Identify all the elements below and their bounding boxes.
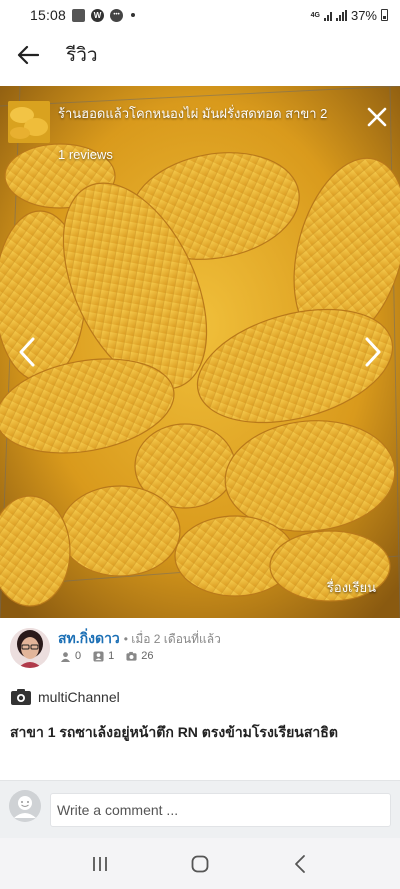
fried-potato-photo [0, 86, 400, 618]
chevron-right-icon [365, 337, 381, 367]
home-icon [191, 855, 209, 872]
reviewer-name[interactable]: สท.กิ่งดาว [58, 630, 120, 646]
camera-icon [126, 651, 137, 661]
review-count: 1 reviews [58, 147, 113, 162]
follower-icon [93, 650, 104, 662]
photo-viewer[interactable]: ร้านฮอดแล้วโคกหนองไผ่ มันฝรั่งสดทอด สาขา… [0, 86, 400, 618]
signal-icon-2 [335, 9, 347, 21]
source-channel: multiChannel [10, 688, 120, 706]
person-icon [60, 651, 71, 662]
followers-count: 1 [108, 650, 115, 662]
recent-apps-button[interactable] [80, 844, 120, 884]
next-photo-button[interactable] [358, 334, 386, 370]
network-type: 4G [310, 11, 320, 19]
reviewer-info: สท.กิ่งดาว • เมื่อ 2 เดือนที่แล้ว 0 1 26 [0, 618, 400, 682]
restaurant-thumbnail-image [8, 101, 50, 143]
photos-count: 26 [141, 650, 154, 662]
status-bar: 15:08 W ••• 4G 37% [0, 0, 400, 30]
system-back-button[interactable] [280, 844, 320, 884]
page-title: รีวิว [66, 45, 98, 66]
system-navigation-bar [0, 838, 400, 889]
home-button[interactable] [180, 844, 220, 884]
more-notifications-icon [131, 13, 136, 17]
comment-bar [0, 780, 400, 838]
app-bar: รีวิว [0, 30, 400, 80]
chevron-left-icon [295, 854, 305, 873]
avatar-image [10, 628, 50, 668]
status-time: 15:08 [30, 7, 67, 23]
restaurant-name[interactable]: ร้านฮอดแล้วโคกหนองไผ่ มันฝรั่งสดทอด สาขา… [58, 103, 338, 124]
app-w-icon: W [91, 8, 105, 22]
recent-apps-icon [93, 856, 107, 871]
reviewer-stats: 0 1 26 [60, 650, 162, 662]
channel-label: multiChannel [38, 689, 120, 705]
photo-caption: รื่องเรียน [326, 580, 376, 595]
back-button[interactable] [0, 30, 56, 80]
review-text: สาขา 1 รถซาเล้งอยู่หน้าตึก RN ตรงข้ามโรง… [10, 724, 338, 740]
battery-icon [381, 9, 388, 21]
close-icon [367, 107, 387, 127]
review-time: เมื่อ 2 เดือนที่แล้ว [131, 632, 221, 646]
chevron-left-icon [19, 337, 35, 367]
arrow-left-icon [17, 45, 39, 65]
avatar[interactable] [10, 628, 50, 668]
reviews-count: 0 [75, 650, 82, 662]
review-screen: 15:08 W ••• 4G 37% รีวิว ร้านฮอดแล้วโคกห… [0, 0, 400, 889]
user-avatar [9, 790, 41, 822]
previous-photo-button[interactable] [14, 334, 42, 370]
photo-header: ร้านฮอดแล้วโคกหนองไผ่ มันฝรั่งสดทอด สาขา… [8, 96, 392, 162]
default-avatar-icon [9, 790, 41, 822]
comment-input[interactable] [50, 793, 391, 827]
battery-level: 37% [350, 7, 377, 23]
close-button[interactable] [364, 104, 390, 130]
signal-icon [323, 10, 332, 21]
restaurant-thumbnail[interactable] [8, 101, 50, 143]
camera-icon [11, 689, 31, 705]
chat-icon: ••• [110, 8, 124, 22]
gallery-icon [72, 8, 86, 22]
